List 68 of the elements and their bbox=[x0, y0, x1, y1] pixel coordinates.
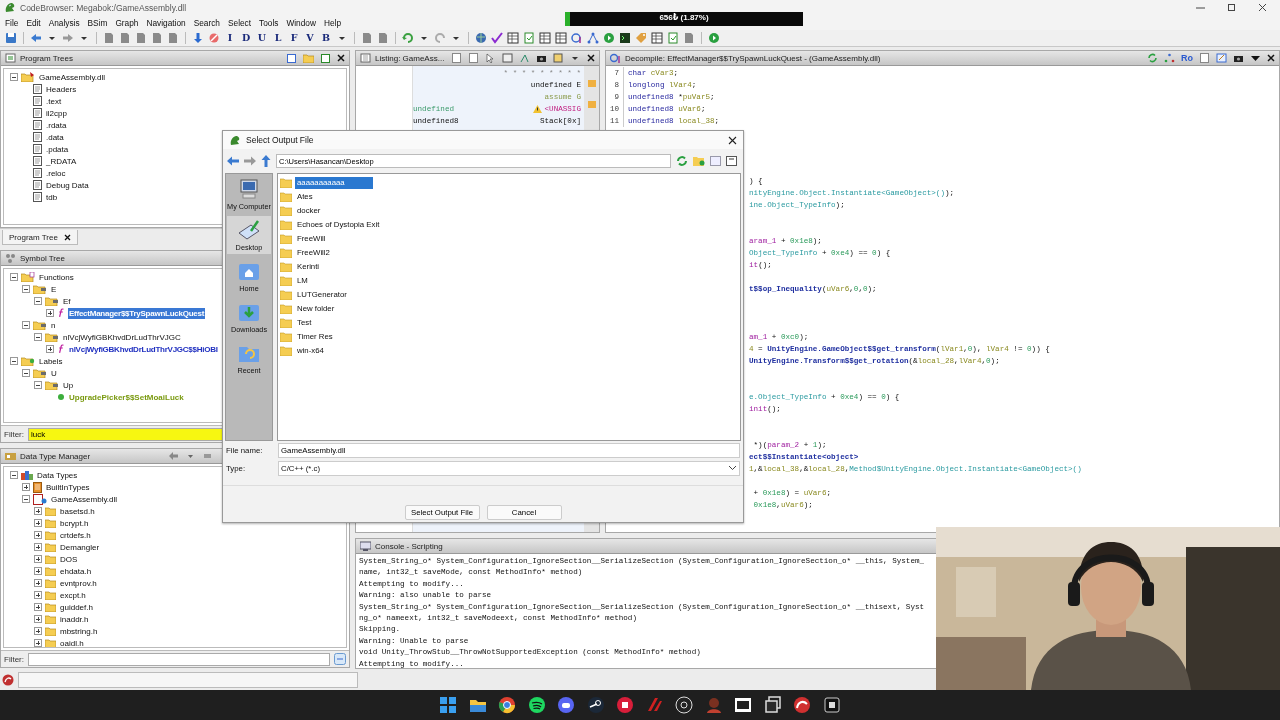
dialog-title: Select Output File bbox=[246, 135, 315, 145]
tree-item[interactable]: ehdata.h bbox=[59, 565, 93, 577]
menu-item[interactable]: Navigation bbox=[146, 17, 186, 28]
tree-item[interactable]: nlVcjWyfiGBKhvdDrLudThrVJGC bbox=[62, 331, 182, 343]
tree-item[interactable]: tdb bbox=[45, 191, 59, 203]
tree-item[interactable]: bcrypt.h bbox=[59, 517, 90, 529]
tree-item[interactable]: .data bbox=[45, 131, 65, 143]
menu-item[interactable]: Graph bbox=[115, 17, 139, 28]
tree-item[interactable]: Ef bbox=[62, 295, 72, 307]
tree-item[interactable]: Demangler bbox=[59, 541, 101, 553]
panel-title: Symbol Tree bbox=[20, 253, 65, 263]
toolbar-button[interactable]: V bbox=[304, 32, 316, 44]
tree-item[interactable]: Headers bbox=[45, 83, 78, 95]
panel-title: Program Trees bbox=[20, 53, 73, 63]
toolbar-button[interactable]: D bbox=[240, 32, 252, 44]
panel-title: Listing: GameAss... bbox=[375, 53, 445, 63]
tree-item[interactable]: _RDATA bbox=[45, 155, 78, 167]
panel-title: Decompile: EffectManager$$TrySpawnLuckQuest - (GameAssembly.dll) bbox=[625, 53, 881, 63]
tree-item[interactable]: nlVcjWyfiGBKhvdDrLudThrVJGC$$HiOBI bbox=[68, 343, 219, 355]
panel-title: Console - Scripting bbox=[375, 541, 443, 551]
tree-item[interactable]: oaidl.h bbox=[59, 637, 85, 647]
toolbar-button[interactable]: B bbox=[320, 32, 332, 44]
menu-item[interactable]: Tools bbox=[259, 17, 279, 28]
tree-item[interactable]: guiddef.h bbox=[59, 601, 94, 613]
tree-item[interactable]: EffectManager$$TrySpawnLuckQuest bbox=[68, 307, 206, 319]
tree-item[interactable]: inaddr.h bbox=[59, 613, 90, 625]
tree-item[interactable]: Debug Data bbox=[45, 179, 90, 191]
menu-item[interactable]: Analysis bbox=[48, 17, 80, 28]
panel-title: Data Type Manager bbox=[20, 451, 91, 461]
progress-text: 656₺ (1.87%) bbox=[658, 13, 710, 22]
tree-item[interactable]: n bbox=[50, 319, 57, 331]
toolbar-button[interactable]: F bbox=[288, 32, 300, 44]
menu-item[interactable]: Search bbox=[193, 17, 220, 28]
menu-item[interactable]: Edit bbox=[26, 17, 41, 28]
tree-item[interactable]: mbstring.h bbox=[59, 625, 99, 637]
tree-item[interactable]: crtdefs.h bbox=[59, 529, 92, 541]
tree-item[interactable]: DOS bbox=[59, 553, 79, 565]
menu-item[interactable]: Window bbox=[286, 17, 316, 28]
toolbar-button[interactable]: L bbox=[272, 32, 284, 44]
menu-item[interactable]: Help bbox=[323, 17, 341, 28]
tree-item[interactable]: excpt.h bbox=[59, 589, 87, 601]
menu-item[interactable]: BSim bbox=[87, 17, 108, 28]
tree-item[interactable]: .rdata bbox=[45, 119, 68, 131]
tree-item[interactable]: evntprov.h bbox=[59, 577, 98, 589]
tree-item[interactable]: Functions bbox=[38, 271, 75, 283]
tree-item[interactable]: U bbox=[50, 367, 58, 379]
tree-item[interactable]: GameAssembly.dll bbox=[50, 493, 119, 505]
tree-item[interactable]: .reloc bbox=[45, 167, 67, 179]
tree-item[interactable]: Up bbox=[62, 379, 75, 391]
read-only-toggle[interactable]: Ro bbox=[1181, 53, 1193, 63]
tree-item[interactable]: E bbox=[50, 283, 58, 295]
tree-item[interactable]: Data Types bbox=[36, 469, 79, 481]
menu-item[interactable]: File bbox=[5, 17, 19, 28]
toolbar-button[interactable]: U bbox=[256, 32, 268, 44]
tab-label[interactable]: Program Tree bbox=[9, 232, 58, 242]
tree-item[interactable]: basetsd.h bbox=[59, 505, 96, 517]
filter-label: Filter: bbox=[4, 654, 24, 664]
tree-item[interactable]: il2cpp bbox=[45, 107, 68, 119]
tree-item[interactable]: .text bbox=[45, 95, 63, 107]
tree-item[interactable]: GameAssembly.dll bbox=[38, 71, 107, 83]
panel-tab[interactable]: Program Tree bbox=[2, 230, 78, 245]
filter-label: Filter: bbox=[4, 429, 24, 439]
tree-item[interactable]: Labels bbox=[38, 355, 64, 367]
menu-item[interactable]: Select bbox=[228, 17, 252, 28]
tree-item[interactable]: BuiltInTypes bbox=[45, 481, 91, 493]
toolbar-button[interactable]: I bbox=[224, 32, 236, 44]
tree-item[interactable]: .pdata bbox=[45, 143, 70, 155]
window-title: CodeBrowser: Megabok:/GameAssembly.dll bbox=[20, 2, 187, 13]
